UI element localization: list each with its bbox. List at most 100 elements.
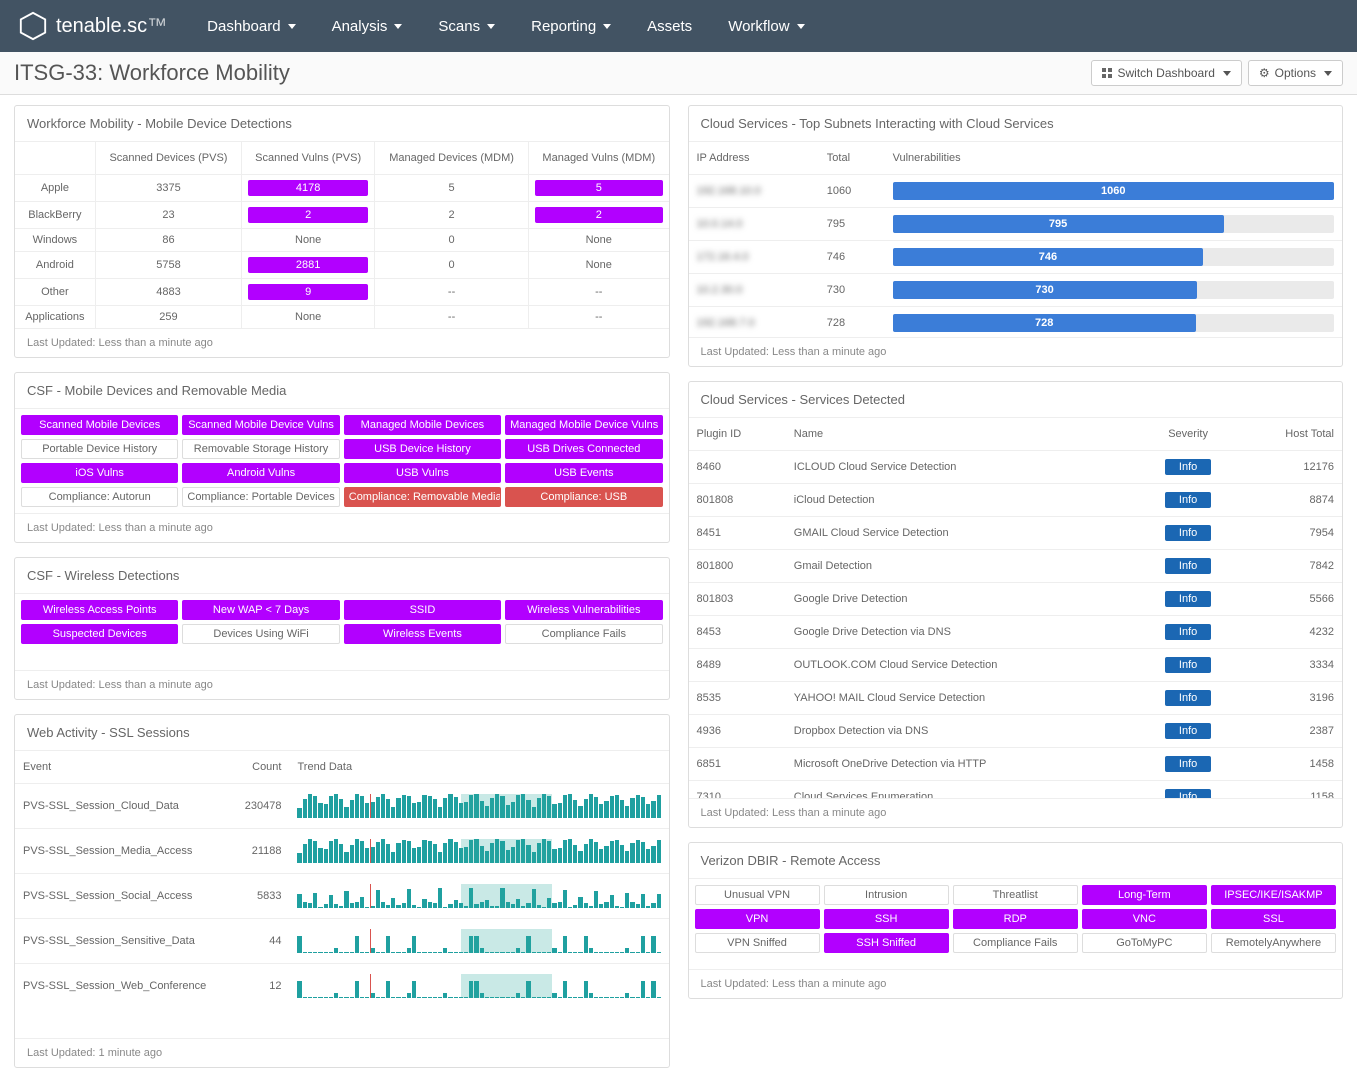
chip[interactable]: Wireless Vulnerabilities bbox=[505, 600, 662, 620]
chip[interactable]: Long-Term bbox=[1082, 885, 1207, 905]
table-row[interactable]: 801800Gmail DetectionInfo7842 bbox=[689, 550, 1343, 583]
chip[interactable]: VPN Sniffed bbox=[695, 933, 820, 953]
table-row[interactable]: 8489OUTLOOK.COM Cloud Service DetectionI… bbox=[689, 649, 1343, 682]
table-row[interactable]: Applications259None---- bbox=[15, 306, 669, 329]
chip[interactable]: VNC bbox=[1082, 909, 1207, 929]
table-row[interactable]: PVS-SSL_Session_Social_Access5833 bbox=[15, 874, 669, 919]
nav-dashboard[interactable]: Dashboard bbox=[207, 18, 295, 35]
severity-badge[interactable]: Info bbox=[1165, 525, 1211, 541]
table-row[interactable]: 192.168.7.0728728 bbox=[689, 307, 1343, 338]
chip[interactable]: USB Vulns bbox=[344, 463, 501, 483]
table-row[interactable]: PVS-SSL_Session_Web_Conference12 bbox=[15, 964, 669, 1009]
chip[interactable]: USB Events bbox=[505, 463, 662, 483]
chip[interactable]: New WAP < 7 Days bbox=[182, 600, 339, 620]
chip[interactable]: Wireless Access Points bbox=[21, 600, 178, 620]
chip[interactable]: USB Device History bbox=[344, 439, 501, 459]
panel-footer: Last Updated: 1 minute ago bbox=[15, 1038, 669, 1067]
mobile-detections-table: Scanned Devices (PVS)Scanned Vulns (PVS)… bbox=[15, 142, 669, 328]
chip[interactable]: USB Drives Connected bbox=[505, 439, 662, 459]
sparkline[interactable] bbox=[297, 884, 660, 908]
panel-title: Verizon DBIR - Remote Access bbox=[689, 843, 1343, 879]
table-row[interactable]: 10.2.30.0730730 bbox=[689, 274, 1343, 307]
table-row[interactable]: 7310Cloud Services EnumerationInfo1158 bbox=[689, 781, 1343, 799]
severity-badge[interactable]: Info bbox=[1165, 657, 1211, 673]
chip[interactable]: Scanned Mobile Device Vulns bbox=[182, 415, 339, 435]
panel-title: Cloud Services - Services Detected bbox=[689, 382, 1343, 418]
table-row[interactable]: 801808iCloud DetectionInfo8874 bbox=[689, 484, 1343, 517]
chip[interactable]: Android Vulns bbox=[182, 463, 339, 483]
chip[interactable]: Intrusion bbox=[824, 885, 949, 905]
table-row[interactable]: 8451GMAIL Cloud Service DetectionInfo795… bbox=[689, 517, 1343, 550]
chip[interactable]: SSH bbox=[824, 909, 949, 929]
table-row[interactable]: PVS-SSL_Session_Media_Access21188 bbox=[15, 829, 669, 874]
csf-mobile-chips: Scanned Mobile DevicesScanned Mobile Dev… bbox=[15, 409, 669, 513]
chip[interactable]: VPN bbox=[695, 909, 820, 929]
table-row[interactable]: 8460ICLOUD Cloud Service DetectionInfo12… bbox=[689, 451, 1343, 484]
table-row[interactable]: 8535YAHOO! MAIL Cloud Service DetectionI… bbox=[689, 682, 1343, 715]
chip[interactable]: SSH Sniffed bbox=[824, 933, 949, 953]
table-row[interactable]: 8453Google Drive Detection via DNSInfo42… bbox=[689, 616, 1343, 649]
severity-badge[interactable]: Info bbox=[1165, 492, 1211, 508]
sparkline[interactable] bbox=[297, 839, 660, 863]
chip[interactable]: Managed Mobile Device Vulns bbox=[505, 415, 662, 435]
chip[interactable]: Compliance: Removable Media bbox=[344, 487, 501, 507]
table-row[interactable]: 4936Dropbox Detection via DNSInfo2387 bbox=[689, 715, 1343, 748]
table-row[interactable]: PVS-SSL_Session_Cloud_Data230478 bbox=[15, 784, 669, 829]
options-button[interactable]: Options bbox=[1248, 60, 1343, 86]
table-row[interactable]: Windows86None0None bbox=[15, 229, 669, 252]
severity-badge[interactable]: Info bbox=[1165, 558, 1211, 574]
table-row[interactable]: PVS-SSL_Session_Sensitive_Data44 bbox=[15, 919, 669, 964]
table-row[interactable]: Android575828810None bbox=[15, 252, 669, 279]
table-row[interactable]: BlackBerry23222 bbox=[15, 202, 669, 229]
severity-badge[interactable]: Info bbox=[1165, 591, 1211, 607]
chip[interactable]: Compliance: Portable Devices bbox=[182, 487, 339, 507]
chip[interactable]: SSID bbox=[344, 600, 501, 620]
chip[interactable]: Compliance Fails bbox=[953, 933, 1078, 953]
grid-icon bbox=[1102, 68, 1112, 78]
table-row[interactable]: 172.16.4.0746746 bbox=[689, 241, 1343, 274]
table-row[interactable]: 6851Microsoft OneDrive Detection via HTT… bbox=[689, 748, 1343, 781]
severity-badge[interactable]: Info bbox=[1165, 459, 1211, 475]
chip[interactable]: iOS Vulns bbox=[21, 463, 178, 483]
chip[interactable]: Managed Mobile Devices bbox=[344, 415, 501, 435]
table-row[interactable]: Apple3375417855 bbox=[15, 175, 669, 202]
chip[interactable]: GoToMyPC bbox=[1082, 933, 1207, 953]
sparkline[interactable] bbox=[297, 929, 660, 953]
nav-assets[interactable]: Assets bbox=[647, 18, 692, 35]
panel-title: Web Activity - SSL Sessions bbox=[15, 715, 669, 751]
sparkline[interactable] bbox=[297, 974, 660, 998]
severity-badge[interactable]: Info bbox=[1165, 624, 1211, 640]
chip[interactable]: Compliance: USB bbox=[505, 487, 662, 507]
chip[interactable]: Threatlist bbox=[953, 885, 1078, 905]
severity-badge[interactable]: Info bbox=[1165, 756, 1211, 772]
nav-scans[interactable]: Scans bbox=[438, 18, 495, 35]
severity-badge[interactable]: Info bbox=[1165, 723, 1211, 739]
sparkline[interactable] bbox=[297, 794, 660, 818]
nav-reporting[interactable]: Reporting bbox=[531, 18, 611, 35]
chip[interactable]: Portable Device History bbox=[21, 439, 178, 459]
severity-badge[interactable]: Info bbox=[1165, 690, 1211, 706]
chip[interactable]: SSL bbox=[1211, 909, 1336, 929]
chip[interactable]: IPSEC/IKE/ISAKMP bbox=[1211, 885, 1336, 905]
table-row[interactable]: 192.168.10.010601060 bbox=[689, 175, 1343, 208]
chip[interactable]: Unusual VPN bbox=[695, 885, 820, 905]
panel-footer: Last Updated: Less than a minute ago bbox=[689, 798, 1343, 827]
table-row[interactable]: 801803Google Drive DetectionInfo5566 bbox=[689, 583, 1343, 616]
panel-footer: Last Updated: Less than a minute ago bbox=[15, 328, 669, 357]
chip[interactable]: Suspected Devices bbox=[21, 624, 178, 644]
chip[interactable]: Compliance: Autorun bbox=[21, 487, 178, 507]
chip[interactable]: RemotelyAnywhere bbox=[1211, 933, 1336, 953]
chip[interactable]: Removable Storage History bbox=[182, 439, 339, 459]
brand-logo[interactable]: tenable.sc™ bbox=[18, 11, 167, 41]
chip[interactable]: RDP bbox=[953, 909, 1078, 929]
chip[interactable]: Compliance Fails bbox=[505, 624, 662, 644]
nav-workflow[interactable]: Workflow bbox=[728, 18, 804, 35]
nav-analysis[interactable]: Analysis bbox=[332, 18, 403, 35]
severity-badge[interactable]: Info bbox=[1165, 789, 1211, 798]
chip[interactable]: Scanned Mobile Devices bbox=[21, 415, 178, 435]
chip[interactable]: Devices Using WiFi bbox=[182, 624, 339, 644]
table-row[interactable]: Other48839---- bbox=[15, 279, 669, 306]
chip[interactable]: Wireless Events bbox=[344, 624, 501, 644]
switch-dashboard-button[interactable]: Switch Dashboard bbox=[1091, 60, 1241, 86]
table-row[interactable]: 10.0.14.0795795 bbox=[689, 208, 1343, 241]
